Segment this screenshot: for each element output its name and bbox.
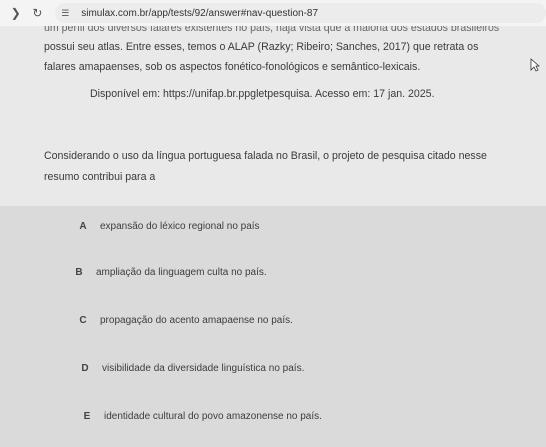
option-b[interactable]: B ampliação da linguagem culta no país.: [0, 254, 546, 290]
option-text: identidade cultural do povo amazonense n…: [104, 410, 322, 422]
back-arrow-icon[interactable]: ❯: [6, 6, 26, 20]
passage-line-2: falares amapaenses, sob os aspectos foné…: [44, 61, 421, 73]
option-text: visibilidade da diversidade linguística …: [102, 362, 305, 374]
reload-icon[interactable]: ↻: [28, 6, 48, 20]
url-text: simulax.com.br/app/tests/92/answer#nav-q…: [81, 7, 319, 19]
option-letter: B: [75, 266, 83, 278]
option-letter: D: [81, 362, 89, 374]
option-letter: E: [83, 410, 91, 422]
source-citation: Disponível em: https://unifap.br.ppgletp…: [90, 88, 435, 100]
site-settings-icon[interactable]: ☰: [61, 8, 75, 19]
option-text: ampliação da linguagem culta no país.: [96, 266, 267, 278]
question-line-1: Considerando o uso da língua portuguesa …: [44, 150, 487, 162]
passage-line-1: possui seu atlas. Entre esses, temos o A…: [44, 41, 479, 53]
option-e[interactable]: E identidade cultural do povo amazonense…: [0, 398, 546, 434]
address-bar[interactable]: ☰ simulax.com.br/app/tests/92/answer#nav…: [55, 3, 546, 23]
browser-toolbar: ❯ ↻ ☰ simulax.com.br/app/tests/92/answer…: [0, 0, 546, 26]
option-c[interactable]: C propagação do acento amapaense no país…: [0, 302, 546, 338]
option-text: propagação do acento amapaense no país.: [100, 314, 293, 326]
question-content: um perfil dos diversos falares existente…: [0, 26, 546, 447]
option-letter: C: [79, 314, 87, 326]
answer-options: A expansão do léxico regional no país B …: [0, 206, 546, 447]
option-d[interactable]: D visibilidade da diversidade linguístic…: [0, 350, 546, 386]
option-text: expansão do léxico regional no país: [100, 220, 260, 232]
cut-off-text-line: um perfil dos diversos falares existente…: [44, 26, 500, 34]
option-letter: A: [79, 220, 87, 232]
mouse-cursor-icon: [530, 58, 540, 72]
option-a[interactable]: A expansão do léxico regional no país: [0, 208, 546, 244]
question-line-2: resumo contribui para a: [44, 171, 156, 183]
